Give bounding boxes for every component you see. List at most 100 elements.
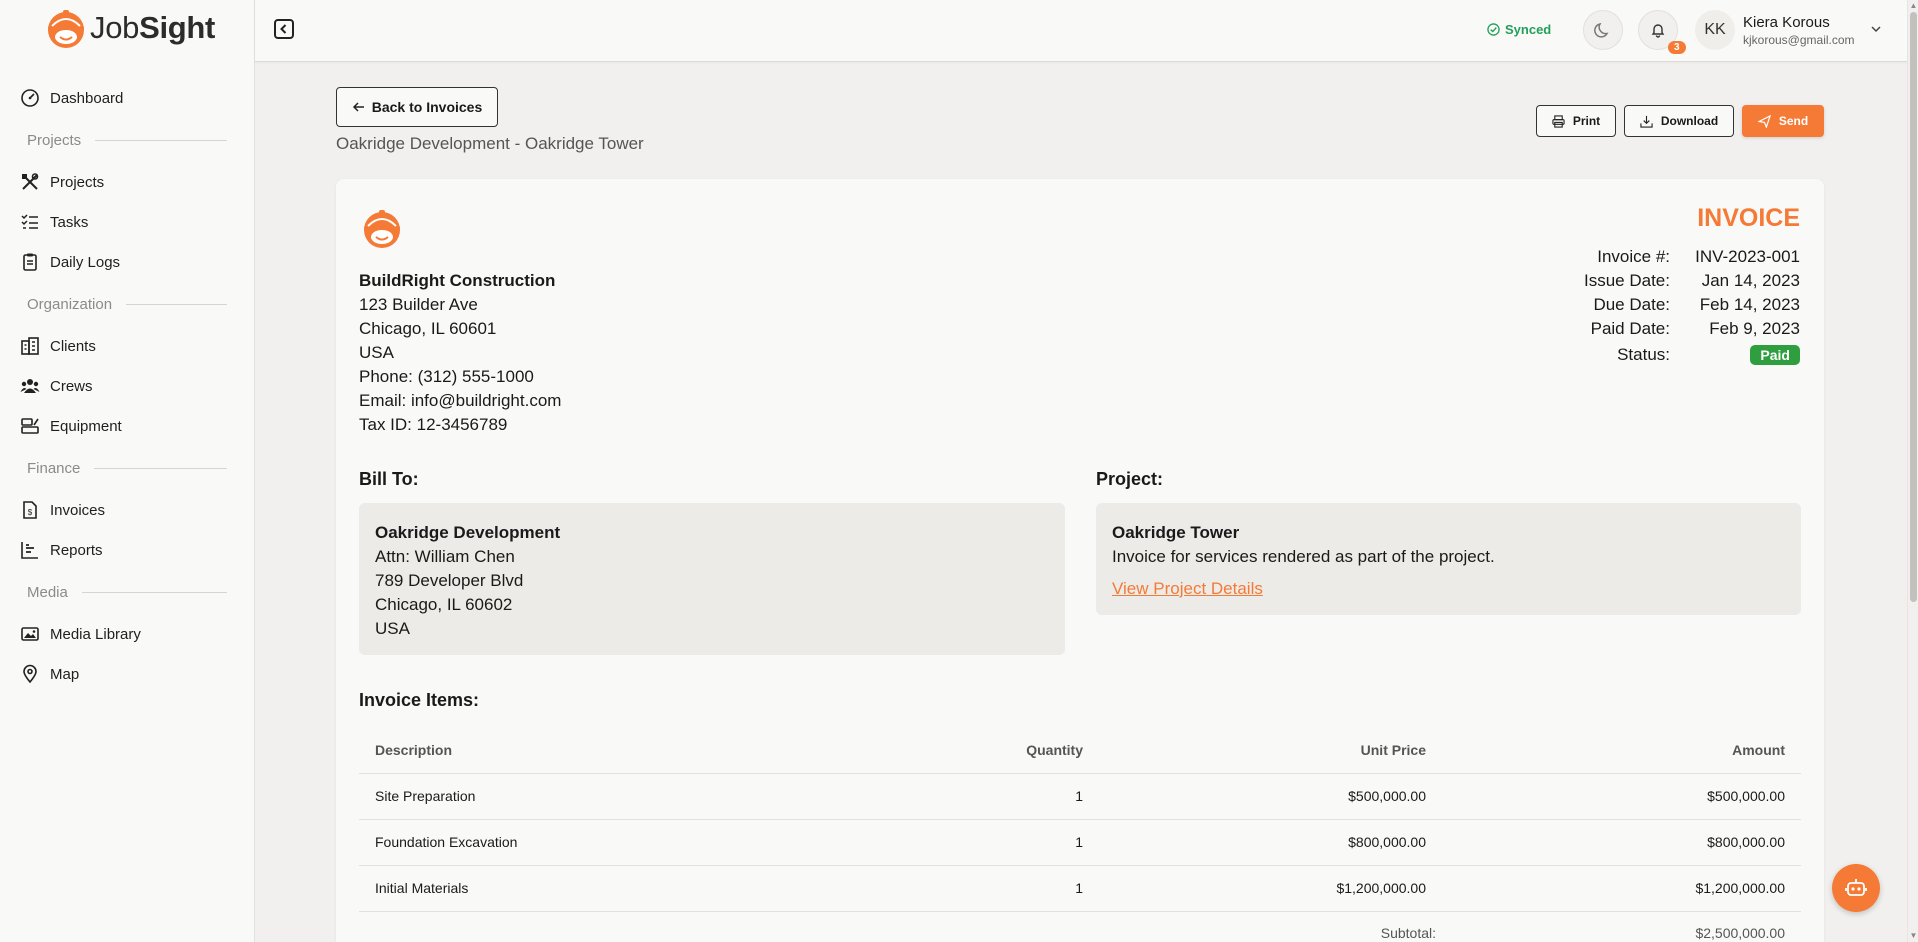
due-date-row: Due Date: Feb 14, 2023 bbox=[1593, 295, 1800, 314]
sidebar-item-equipment[interactable]: Equipment bbox=[0, 406, 255, 446]
scroll-down-arrow-icon[interactable]: ▼ bbox=[1909, 931, 1918, 940]
equipment-icon bbox=[21, 418, 39, 434]
clipboard-icon bbox=[23, 253, 37, 271]
bill-to-box: Oakridge Development Attn: William Chen … bbox=[359, 503, 1065, 655]
page-scrollbar[interactable]: ▲ ▼ bbox=[1907, 0, 1918, 942]
invoice-file-icon: $ bbox=[23, 501, 37, 519]
issue-date-row: Issue Date: Jan 14, 2023 bbox=[1584, 271, 1800, 290]
tools-icon bbox=[22, 173, 39, 190]
scroll-up-arrow-icon[interactable]: ▲ bbox=[1909, 1, 1918, 10]
chevron-down-icon[interactable] bbox=[1869, 22, 1883, 36]
sidebar-item-map[interactable]: Map bbox=[0, 654, 255, 694]
sidebar-item-media-library[interactable]: Media Library bbox=[0, 614, 255, 654]
item-quantity: 1 bbox=[959, 865, 1099, 912]
item-description: Initial Materials bbox=[359, 865, 959, 912]
assistant-chat-button[interactable] bbox=[1832, 864, 1880, 912]
item-description: Site Preparation bbox=[359, 773, 959, 820]
item-amount: $1,200,000.00 bbox=[1442, 865, 1801, 912]
project-heading: Project: bbox=[1096, 469, 1164, 489]
due-date: Feb 14, 2023 bbox=[1699, 295, 1800, 314]
issue-date: Jan 14, 2023 bbox=[1701, 271, 1800, 290]
hardhat-logo-icon bbox=[48, 10, 84, 48]
page-subtitle: Oakridge Development - Oakridge Tower bbox=[336, 134, 644, 153]
sidebar: JobSight Dashboard Projects Projects Tas… bbox=[0, 0, 255, 942]
paid-date: Feb 9, 2023 bbox=[1709, 319, 1800, 338]
sidebar-item-reports[interactable]: Reports bbox=[0, 530, 255, 570]
user-name[interactable]: Kiera Korous bbox=[1743, 14, 1830, 31]
building-icon bbox=[21, 337, 39, 355]
print-button[interactable]: Print bbox=[1536, 105, 1616, 137]
invoice-title: INVOICE bbox=[1697, 204, 1800, 232]
client-country: USA bbox=[375, 619, 410, 638]
arrow-left-icon bbox=[352, 102, 364, 112]
client-name: Oakridge Development bbox=[375, 523, 561, 542]
scroll-thumb[interactable] bbox=[1910, 12, 1917, 602]
company-tax-id: Tax ID: 12-3456789 bbox=[359, 415, 508, 434]
sidebar-item-label: Dashboard bbox=[50, 89, 124, 107]
send-icon bbox=[1757, 114, 1771, 128]
printer-icon bbox=[1552, 114, 1565, 128]
item-amount: $800,000.00 bbox=[1442, 819, 1801, 866]
avatar[interactable]: KK bbox=[1695, 10, 1735, 50]
sidebar-item-label: Map bbox=[50, 665, 80, 683]
item-unit-price: $500,000.00 bbox=[1099, 773, 1442, 820]
sidebar-section-organization: Organization bbox=[0, 282, 255, 326]
sidebar-nav: Dashboard Projects Projects Tasks Daily … bbox=[0, 78, 255, 694]
sidebar-item-clients[interactable]: Clients bbox=[0, 326, 255, 366]
table-row: Initial Materials 1 $1,200,000.00 $1,200… bbox=[359, 865, 1801, 912]
notifications-button[interactable]: 3 bbox=[1638, 10, 1686, 54]
invoice-items-heading: Invoice Items: bbox=[359, 690, 480, 710]
bill-to-heading: Bill To: bbox=[359, 469, 419, 489]
send-button[interactable]: Send bbox=[1742, 105, 1824, 137]
column-description: Description bbox=[359, 727, 959, 774]
users-icon bbox=[20, 379, 40, 393]
check-circle-icon bbox=[1487, 23, 1500, 36]
theme-toggle-button[interactable] bbox=[1583, 10, 1623, 50]
company-address-line2: Chicago, IL 60601 bbox=[359, 319, 497, 338]
table-header-row: Description Quantity Unit Price Amount bbox=[359, 727, 1801, 774]
project-box: Oakridge Tower Invoice for services rend… bbox=[1096, 503, 1801, 615]
invoice-items-table: Description Quantity Unit Price Amount S… bbox=[359, 727, 1801, 912]
invoice-meta: Invoice #: INV-2023-001 Issue Date: Jan … bbox=[1560, 245, 1800, 367]
user-email: kjkorous@gmail.com bbox=[1743, 33, 1855, 47]
svg-text:$: $ bbox=[28, 508, 33, 517]
sidebar-item-label: Projects bbox=[50, 173, 105, 191]
sidebar-item-crews[interactable]: Crews bbox=[0, 366, 255, 406]
invoice-card: BuildRight Construction 123 Builder Ave … bbox=[336, 179, 1824, 942]
moon-icon bbox=[1594, 22, 1609, 38]
invoice-number-row: Invoice #: INV-2023-001 bbox=[1597, 247, 1800, 266]
app-logo[interactable]: JobSight bbox=[44, 6, 215, 50]
download-icon bbox=[1640, 115, 1653, 128]
sidebar-section-media: Media bbox=[0, 570, 255, 614]
column-amount: Amount bbox=[1442, 727, 1801, 774]
sidebar-item-daily-logs[interactable]: Daily Logs bbox=[0, 242, 255, 282]
item-quantity: 1 bbox=[959, 773, 1099, 820]
item-quantity: 1 bbox=[959, 819, 1099, 866]
map-pin-icon bbox=[23, 664, 37, 684]
sidebar-item-projects[interactable]: Projects bbox=[0, 162, 255, 202]
sidebar-section-projects: Projects bbox=[0, 118, 255, 162]
sidebar-item-invoices[interactable]: $ Invoices bbox=[0, 490, 255, 530]
checklist-icon bbox=[21, 214, 38, 229]
company-info: BuildRight Construction 123 Builder Ave … bbox=[359, 269, 561, 437]
gauge-icon bbox=[21, 89, 39, 107]
download-button[interactable]: Download bbox=[1624, 105, 1734, 137]
sidebar-collapse-icon[interactable] bbox=[273, 18, 295, 40]
column-unit-price: Unit Price bbox=[1099, 727, 1442, 774]
sidebar-item-label: Daily Logs bbox=[50, 253, 121, 271]
sidebar-item-label: Equipment bbox=[50, 417, 122, 435]
sidebar-item-dashboard[interactable]: Dashboard bbox=[0, 78, 255, 118]
table-row: Foundation Excavation 1 $800,000.00 $800… bbox=[359, 819, 1801, 866]
view-project-details-link[interactable]: View Project Details bbox=[1112, 577, 1263, 601]
table-row: Site Preparation 1 $500,000.00 $500,000.… bbox=[359, 773, 1801, 820]
sidebar-item-label: Reports bbox=[50, 541, 103, 559]
status-badge: Paid bbox=[1750, 345, 1800, 365]
subtotal-label: Subtotal: bbox=[1380, 925, 1436, 941]
client-address-line1: 789 Developer Blvd bbox=[375, 571, 524, 590]
sidebar-item-tasks[interactable]: Tasks bbox=[0, 202, 255, 242]
sidebar-item-label: Clients bbox=[50, 337, 96, 355]
sidebar-item-label: Crews bbox=[50, 377, 93, 395]
back-to-invoices-button[interactable]: Back to Invoices bbox=[336, 87, 498, 127]
sync-status: Synced bbox=[1487, 22, 1551, 37]
brand-name: JobSight bbox=[90, 10, 216, 45]
